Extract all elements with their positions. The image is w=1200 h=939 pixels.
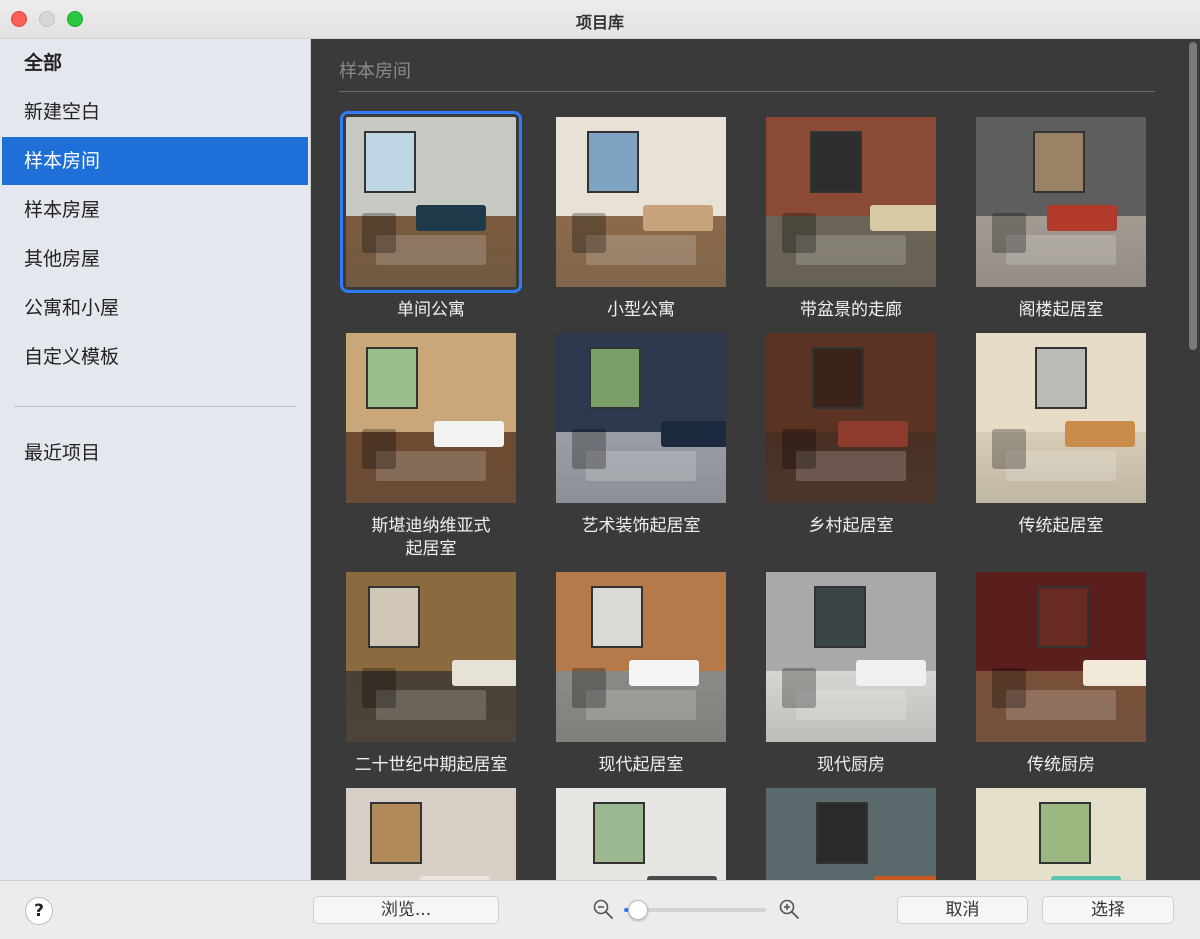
project-thumbnail[interactable] xyxy=(766,117,936,287)
project-thumbnail[interactable] xyxy=(556,117,726,287)
project-tile[interactable]: 现代厨房 xyxy=(763,572,939,777)
project-tile[interactable]: 艺术装饰起居室 xyxy=(553,333,729,538)
project-tile[interactable] xyxy=(343,788,519,880)
scrollbar-thumb[interactable] xyxy=(1189,42,1197,350)
project-tile[interactable]: 阁楼起居室 xyxy=(973,117,1149,322)
project-tile[interactable] xyxy=(553,788,729,880)
project-tile-label: 现代厨房 xyxy=(817,755,885,775)
project-tile-label: 小型公寓 xyxy=(607,300,675,320)
project-tile-label: 艺术装饰起居室 xyxy=(581,516,701,536)
room-preview-image xyxy=(346,572,516,742)
project-tile[interactable]: 乡村起居室 xyxy=(763,333,939,538)
zoom-in-icon[interactable] xyxy=(778,898,800,920)
bottom-toolbar: ? 浏览... 取消 选择 xyxy=(0,880,1200,939)
project-tile[interactable] xyxy=(763,788,939,880)
project-tile[interactable]: 单间公寓 xyxy=(340,111,522,322)
project-tile-label: 阁楼起居室 xyxy=(1018,300,1104,320)
project-tile[interactable]: 现代起居室 xyxy=(553,572,729,777)
project-thumbnail[interactable] xyxy=(346,333,516,503)
room-preview-image xyxy=(766,788,936,880)
cancel-button[interactable]: 取消 xyxy=(897,896,1028,924)
room-preview-image xyxy=(766,333,936,503)
room-preview-image xyxy=(556,572,726,742)
project-thumbnail[interactable] xyxy=(340,111,522,293)
room-preview-image xyxy=(556,788,726,880)
project-tile[interactable]: 带盆景的走廊 xyxy=(763,117,939,322)
room-preview-image xyxy=(976,333,1146,503)
project-tile-label: 带盆景的走廊 xyxy=(800,300,902,320)
project-thumbnail[interactable] xyxy=(976,572,1146,742)
window-title: 项目库 xyxy=(575,13,624,32)
sidebar: 全部 新建空白 样本房间 样本房屋 其他房屋 公寓和小屋 自定义模板 最近项目 xyxy=(0,39,311,880)
project-thumbnail[interactable] xyxy=(556,572,726,742)
sidebar-item-recent-projects[interactable]: 最近项目 xyxy=(2,429,308,477)
select-button[interactable]: 选择 xyxy=(1042,896,1174,924)
room-preview-image xyxy=(556,333,726,503)
project-tile-label: 传统起居室 xyxy=(1018,516,1104,536)
sidebar-divider xyxy=(14,406,296,407)
room-preview-image xyxy=(346,788,516,880)
project-tile[interactable] xyxy=(973,788,1149,880)
project-tile-label: 现代起居室 xyxy=(598,755,684,775)
room-preview-image xyxy=(976,788,1146,880)
room-preview-image xyxy=(346,333,516,503)
project-tile[interactable]: 小型公寓 xyxy=(553,117,729,322)
project-tile[interactable]: 传统起居室 xyxy=(973,333,1149,538)
title-bar: 项目库 xyxy=(0,0,1200,39)
scrollbar[interactable] xyxy=(1186,39,1200,880)
project-thumbnail[interactable] xyxy=(346,572,516,742)
project-tile-label: 单间公寓 xyxy=(397,300,465,320)
project-thumbnail[interactable] xyxy=(766,572,936,742)
project-thumbnail[interactable] xyxy=(346,788,516,880)
sidebar-item-sample-rooms[interactable]: 样本房间 xyxy=(2,137,308,185)
zoom-slider-knob[interactable] xyxy=(628,900,649,920)
project-tile[interactable]: 二十世纪中期起居室 xyxy=(343,572,519,777)
zoom-out-icon[interactable] xyxy=(592,898,614,920)
project-thumbnail[interactable] xyxy=(766,333,936,503)
project-thumbnail[interactable] xyxy=(766,788,936,880)
project-thumbnail[interactable] xyxy=(556,788,726,880)
room-preview-image xyxy=(976,117,1146,287)
sidebar-item-all[interactable]: 全部 xyxy=(2,39,308,87)
project-thumbnail[interactable] xyxy=(976,333,1146,503)
project-tile-label: 乡村起居室 xyxy=(808,516,894,536)
room-preview-image xyxy=(346,117,516,287)
project-thumbnail[interactable] xyxy=(976,788,1146,880)
room-preview-image xyxy=(976,572,1146,742)
project-library-window: 项目库 全部 新建空白 样本房间 样本房屋 其他房屋 公寓和小屋 自定义模板 最… xyxy=(0,0,1200,939)
project-thumbnail[interactable] xyxy=(556,333,726,503)
section-divider xyxy=(339,91,1155,92)
project-grid-panel: 样本房间 单间公寓 小型公寓 带盆景的走廊 阁楼起居室斯堪迪纳维亚式 起居室 艺术装饰起… xyxy=(311,39,1200,880)
browse-button[interactable]: 浏览... xyxy=(313,896,499,924)
help-button[interactable]: ? xyxy=(25,897,53,925)
room-preview-image xyxy=(766,117,936,287)
sidebar-item-sample-houses[interactable]: 样本房屋 xyxy=(2,186,308,234)
project-tile[interactable]: 斯堪迪纳维亚式 起居室 xyxy=(343,333,519,561)
project-thumbnail[interactable] xyxy=(976,117,1146,287)
project-tile[interactable]: 传统厨房 xyxy=(973,572,1149,777)
sidebar-item-apartments-cottages[interactable]: 公寓和小屋 xyxy=(2,284,308,332)
room-preview-image xyxy=(766,572,936,742)
project-tile-label: 传统厨房 xyxy=(1027,755,1095,775)
sidebar-item-new-blank[interactable]: 新建空白 xyxy=(2,88,308,136)
room-preview-image xyxy=(556,117,726,287)
project-tile-label: 二十世纪中期起居室 xyxy=(354,755,508,775)
sidebar-item-custom-templates[interactable]: 自定义模板 xyxy=(2,333,308,381)
project-tile-label: 斯堪迪纳维亚式 起居室 xyxy=(371,516,491,559)
sidebar-item-other-houses[interactable]: 其他房屋 xyxy=(2,235,308,283)
section-title: 样本房间 xyxy=(339,61,411,82)
